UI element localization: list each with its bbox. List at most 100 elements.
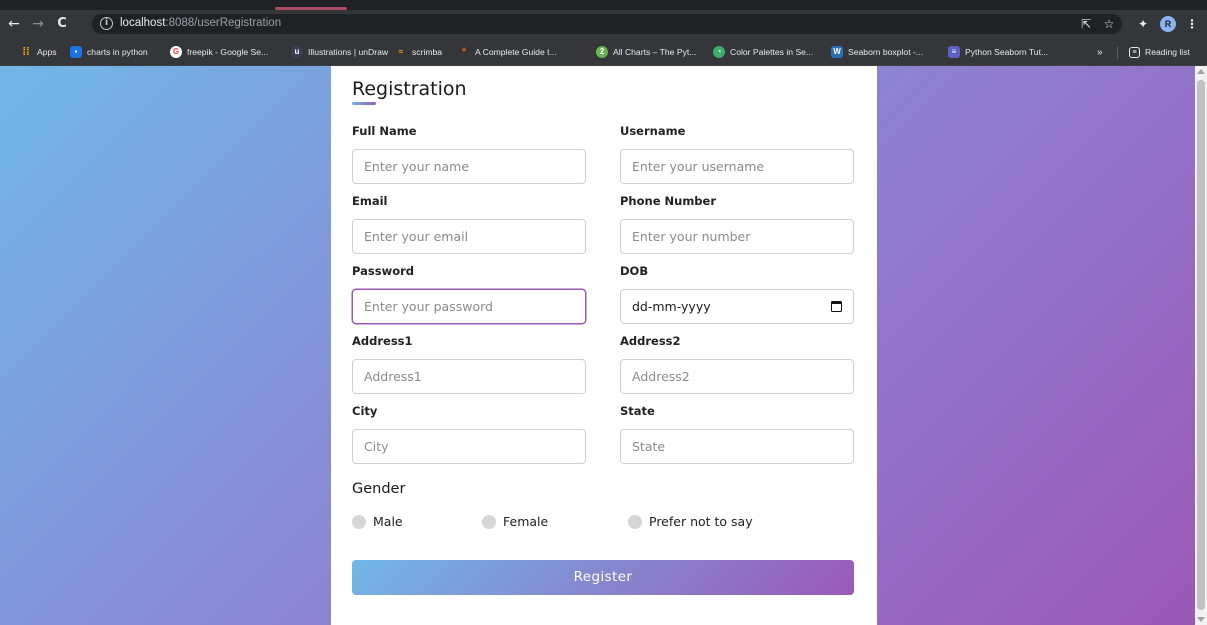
site-info-icon[interactable]: i [100,17,113,30]
css-tricks-icon: * [461,46,467,58]
w-icon: W [831,46,843,58]
bookmark-label: freepik - Google Se... [187,47,269,57]
address1-label: Address1 [352,334,413,348]
dob-label: DOB [620,264,649,278]
bookmark-all-charts[interactable]: 2 All Charts – The Pyt... [596,44,696,60]
register-button[interactable]: Register [352,560,854,595]
address1-input[interactable]: Address1 [352,359,586,394]
bookmark-freepik[interactable]: G freepik - Google Se... [170,44,268,60]
forward-arrow-icon[interactable]: → [28,14,48,34]
gender-option-label: Male [373,514,403,529]
bookmark-label: All Charts – The Pyt... [613,47,697,57]
url-host: localhost [120,17,166,29]
address1-group: Address1 Address1 [352,332,586,394]
bookmark-css-guide[interactable]: * A Complete Guide t... [458,44,557,60]
menu-dots-icon[interactable]: ⋮ [1182,14,1202,34]
undraw-icon: u [291,46,303,58]
back-arrow-icon[interactable]: ← [4,14,24,34]
city-input[interactable]: City [352,429,586,464]
scroll-down-arrow-icon[interactable] [1197,617,1205,622]
address-bar[interactable]: i localhost:8088/userRegistration [92,14,1122,34]
address2-label: Address2 [620,334,681,348]
bookmark-seaborn-boxplot[interactable]: W Seaborn boxplot -... [831,44,923,60]
site-favicon-icon: ▪ [70,46,82,58]
extensions-puzzle-icon[interactable]: ✦ [1133,14,1153,34]
bookmark-label: A Complete Guide t... [475,47,557,57]
reading-list-button[interactable]: ≡ Reading list [1129,44,1190,60]
email-input[interactable]: Enter your email [352,219,586,254]
reading-list-icon: ≡ [1129,46,1140,58]
bookmark-label: Apps [37,47,57,57]
address2-group: Address2 Address2 [620,332,854,394]
scrollbar-thumb[interactable] [1197,80,1205,610]
password-group: Password Enter your password [352,262,586,324]
apps-grid-icon: ⁞⁞ [22,46,30,58]
city-label: City [352,404,378,418]
bookmark-charts-in-python[interactable]: ▪ charts in python [70,44,148,60]
phone-label: Phone Number [620,194,717,208]
bookmark-star-icon[interactable]: ☆ [1099,14,1119,34]
state-input[interactable]: State [620,429,854,464]
full-name-input[interactable]: Enter your name [352,149,586,184]
dob-group: DOB dd-mm-yyyy [620,262,854,324]
page-title: Registration [352,78,467,100]
bookmark-label: scrimba [412,47,443,57]
bookmark-label: Illustrations | unDraw [308,47,389,57]
bookmarks-bar: ⁞⁞ Apps ▪ charts in python G freepik - G… [0,38,1207,66]
radio-circle-icon[interactable] [352,514,366,529]
bookmark-label: charts in python [87,47,148,57]
url-path: :8088/userRegistration [165,17,282,29]
gender-option-label: Female [503,514,549,529]
full-name-group: Full Name Enter your name [352,122,586,184]
bookmark-label: Seaborn boxplot -... [848,47,924,57]
gender-option-female[interactable]: Female [482,514,548,529]
page-scrollbar[interactable] [1195,66,1207,625]
radio-circle-icon[interactable] [628,514,642,529]
phone-group: Phone Number Enter your number [620,192,854,254]
bookmark-seaborn-tutorial[interactable]: ≡ Python Seaborn Tut... [948,44,1048,60]
reload-icon[interactable]: C [52,14,72,34]
stackabuse-icon: ◔ [713,46,725,58]
profile-avatar[interactable]: R [1160,16,1176,32]
password-label: Password [352,264,414,278]
reading-list-label: Reading list [1145,47,1190,57]
username-group: Username Enter your username [620,122,854,184]
bookmark-label: Python Seaborn Tut... [965,47,1049,57]
email-group: Email Enter your email [352,192,586,254]
email-label: Email [352,194,388,208]
state-group: State State [620,402,854,464]
username-input[interactable]: Enter your username [620,149,854,184]
city-group: City City [352,402,586,464]
list-icon: ≡ [948,46,960,58]
bookmark-label: Color Palettes in Se... [730,47,814,57]
more-bookmarks-chevron-icon[interactable]: » [1097,44,1103,60]
state-label: State [620,404,655,418]
bookmark-undraw[interactable]: u Illustrations | unDraw [291,44,388,60]
address-url[interactable]: localhost:8088/userRegistration [120,17,281,29]
gender-option-prefer-not[interactable]: Prefer not to say [628,514,753,529]
page-viewport: Registration Full Name Enter your name U… [0,66,1195,625]
gender-heading: Gender [352,481,406,497]
google-icon: G [170,46,182,58]
dob-date-input[interactable]: dd-mm-yyyy [620,289,854,324]
bookmarks-divider [1117,47,1118,59]
browser-toolbar: ← → C i localhost:8088/userRegistration … [0,10,1207,38]
bookmark-color-palettes[interactable]: ◔ Color Palettes in Se... [713,44,813,60]
username-label: Username [620,124,686,138]
bookmark-scrimba[interactable]: ≈ scrimba [395,44,442,60]
scroll-up-arrow-icon[interactable] [1197,69,1205,74]
calendar-icon[interactable] [831,301,842,312]
dob-placeholder: dd-mm-yyyy [632,299,711,314]
radio-circle-icon[interactable] [482,514,496,529]
share-icon[interactable]: ⇱ [1076,14,1096,34]
address2-input[interactable]: Address2 [620,359,854,394]
scrimba-icon: ≈ [398,47,404,56]
python-graph-icon: 2 [596,46,608,58]
password-input[interactable]: Enter your password [352,289,586,324]
full-name-label: Full Name [352,124,417,138]
bookmark-apps[interactable]: ⁞⁞ Apps [20,44,57,60]
phone-input[interactable]: Enter your number [620,219,854,254]
registration-card: Registration Full Name Enter your name U… [331,66,877,625]
gender-option-male[interactable]: Male [352,514,403,529]
gender-option-label: Prefer not to say [649,514,753,529]
